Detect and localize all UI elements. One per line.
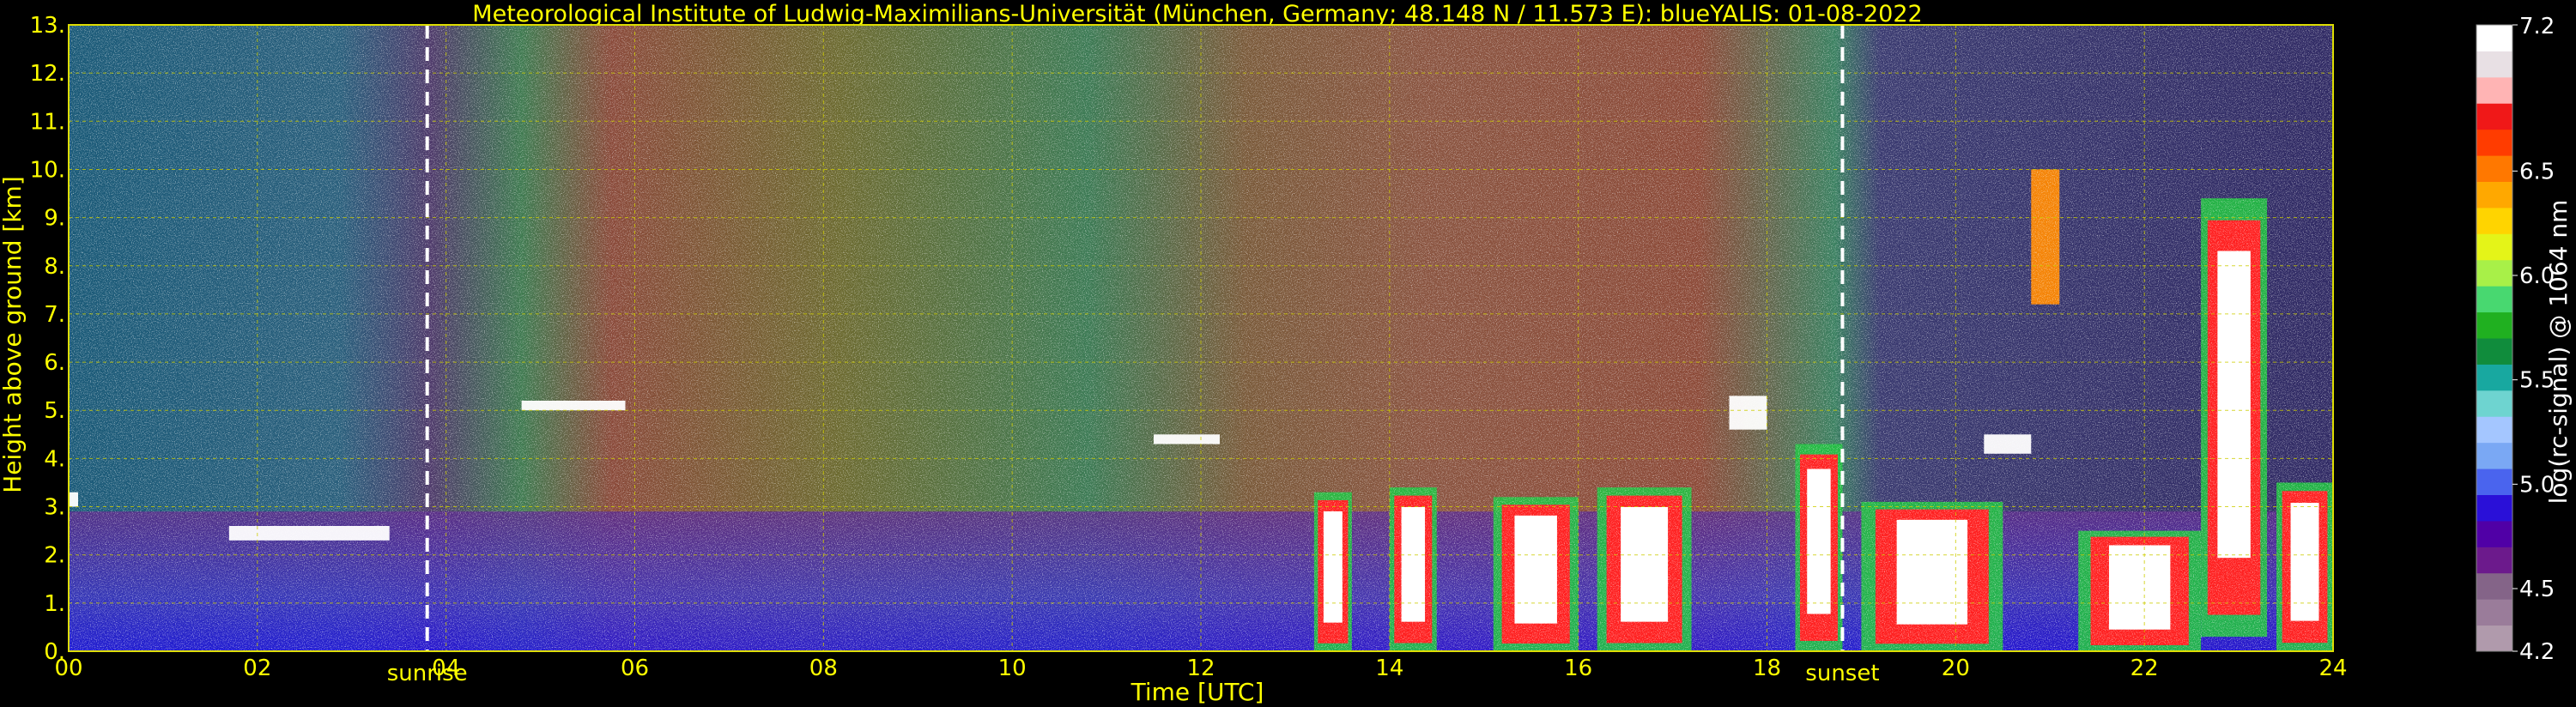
colorbar-segment [2476, 233, 2512, 261]
y-tick-label: 5. [44, 398, 65, 424]
colorbar-tick-label: 4.2 [2519, 639, 2555, 665]
colorbar: 4.24.55.05.56.06.57.2 log(rc-signal) @ 1… [2476, 14, 2573, 665]
plot-area [68, 24, 2334, 652]
colorbar-segment [2476, 155, 2512, 182]
x-tick-label: 20 [1942, 656, 1970, 681]
colorbar-segment [2476, 494, 2512, 522]
y-tick-label: 10. [30, 157, 65, 183]
lidar-quicklook-chart: Meteorological Institute of Ludwig-Maxim… [0, 1, 2573, 706]
colorbar-tick-label: 6.5 [2519, 159, 2555, 184]
colorbar-segment [2476, 129, 2512, 156]
sunrise-label: sunrise [387, 661, 468, 686]
colorbar-segment [2476, 599, 2512, 626]
y-tick-label: 8. [44, 254, 65, 280]
y-tick-label: 13. [30, 13, 65, 39]
colorbar-segment [2476, 338, 2512, 365]
colorbar-segment [2476, 547, 2512, 574]
colorbar-segment [2476, 51, 2512, 78]
colorbar-segment [2476, 442, 2512, 469]
colorbar-tick-label: 7.2 [2519, 14, 2555, 39]
colorbar-segment [2476, 572, 2512, 600]
colorbar-segment [2476, 286, 2512, 313]
y-tick-label: 2. [44, 543, 65, 569]
colorbar-segment [2476, 76, 2512, 104]
chart-title: Meteorological Institute of Ludwig-Maxim… [472, 1, 1922, 27]
y-tick-label: 4. [44, 446, 65, 472]
colorbar-label: log(rc-signal) @ 1064 nm [2544, 200, 2573, 505]
colorbar-segment [2476, 259, 2512, 287]
y-axis-label: Height above ground [km] [0, 176, 27, 493]
colorbar-segment [2476, 416, 2512, 444]
colorbar-segment [2476, 181, 2512, 208]
colorbar-segment [2476, 625, 2512, 652]
x-tick-label: 10 [998, 656, 1027, 681]
colorbar-segment [2476, 311, 2512, 339]
x-tick-label: 22 [2131, 656, 2159, 681]
y-tick-label: 9. [44, 206, 65, 232]
colorbar-segment [2476, 364, 2512, 391]
sunset-label: sunset [1805, 661, 1879, 686]
colorbar-segment [2476, 25, 2512, 51]
y-tick-label: 11. [30, 109, 65, 135]
y-tick-label: 3. [44, 495, 65, 521]
x-tick-label: 14 [1375, 656, 1403, 681]
y-tick-label: 7. [44, 302, 65, 328]
x-tick-label: 18 [1753, 656, 1781, 681]
colorbar-segment [2476, 468, 2512, 495]
x-tick-label: 06 [621, 656, 649, 681]
colorbar-segment [2476, 520, 2512, 547]
colorbar-segment [2476, 390, 2512, 417]
colorbar-segment [2476, 207, 2512, 234]
colorbar-tick-label: 4.5 [2519, 577, 2555, 602]
x-axis-label: Time [UTC] [1130, 678, 1264, 706]
signal-noise-overlay [69, 25, 2333, 651]
y-tick-label: 1. [44, 591, 65, 617]
y-tick-label: 6. [44, 350, 65, 376]
x-tick-label: 02 [243, 656, 271, 681]
x-tick-label: 24 [2318, 656, 2347, 681]
x-tick-label: 16 [1564, 656, 1592, 681]
y-tick-label: 0. [44, 639, 65, 665]
colorbar-segment [2476, 103, 2512, 130]
x-tick-label: 08 [809, 656, 838, 681]
y-tick-label: 12. [30, 61, 65, 87]
